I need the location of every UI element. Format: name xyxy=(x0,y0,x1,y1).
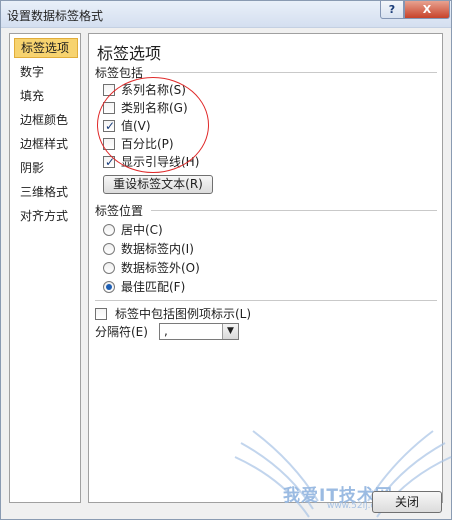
separator-label: 分隔符(E) xyxy=(95,325,148,339)
radio-button[interactable] xyxy=(103,281,115,293)
checkbox-box[interactable] xyxy=(95,308,107,320)
nav-item-label-options[interactable]: 标签选项 xyxy=(14,38,78,58)
nav-item-label: 标签选项 xyxy=(21,41,70,55)
window-title: 设置数据标签格式 xyxy=(7,9,104,23)
separator-select[interactable]: , ▼ xyxy=(159,323,239,340)
section-divider xyxy=(151,210,437,211)
category-list: 标签选项 数字 填充 边框颜色 边框样式 阴影 三维格式 对齐方式 xyxy=(9,33,81,503)
reset-label-text-button[interactable]: 重设标签文本(R) xyxy=(103,175,213,194)
close-button[interactable]: 关闭 xyxy=(372,491,442,513)
nav-item-label: 边框颜色 xyxy=(20,113,69,127)
nav-item-number[interactable]: 数字 xyxy=(14,62,78,82)
checkbox-label: 标签中包括图例项标示(L) xyxy=(115,307,252,321)
radio-label: 居中(C) xyxy=(121,223,163,237)
nav-item-label: 填充 xyxy=(20,89,45,103)
section-divider xyxy=(151,72,437,73)
radio-button[interactable] xyxy=(103,224,115,236)
nav-item-shadow[interactable]: 阴影 xyxy=(14,158,78,178)
nav-item-label: 数字 xyxy=(20,65,45,79)
help-icon: ? xyxy=(388,3,396,16)
radio-label: 数据标签外(O) xyxy=(121,261,200,275)
nav-item-label: 对齐方式 xyxy=(20,209,69,223)
help-button[interactable]: ? xyxy=(380,1,404,19)
radio-label: 数据标签内(I) xyxy=(121,242,194,256)
title-bar: 设置数据标签格式 ? X xyxy=(1,1,451,28)
nav-item-label: 边框样式 xyxy=(20,137,69,151)
nav-item-3d-format[interactable]: 三维格式 xyxy=(14,182,78,202)
nav-item-fill[interactable]: 填充 xyxy=(14,86,78,106)
section-divider xyxy=(95,300,437,301)
radio-selected-dot xyxy=(106,284,112,290)
close-icon: X xyxy=(422,3,432,16)
nav-item-label: 三维格式 xyxy=(20,185,69,199)
panel-heading: 标签选项 xyxy=(97,44,162,63)
radio-label: 最佳匹配(F) xyxy=(121,280,186,294)
radio-button[interactable] xyxy=(103,243,115,255)
nav-item-label: 阴影 xyxy=(20,161,45,175)
nav-item-alignment[interactable]: 对齐方式 xyxy=(14,206,78,226)
format-data-labels-dialog: 设置数据标签格式 ? X 标签选项 数字 填充 边框颜色 边框样式 阴影 三维格… xyxy=(0,0,452,520)
separator-value: , xyxy=(164,324,168,338)
nav-item-border-style[interactable]: 边框样式 xyxy=(14,134,78,154)
window-close-button[interactable]: X xyxy=(404,1,450,19)
radio-button[interactable] xyxy=(103,262,115,274)
nav-item-border-color[interactable]: 边框颜色 xyxy=(14,110,78,130)
section-label-position: 标签位置 xyxy=(95,204,144,218)
chevron-down-icon[interactable]: ▼ xyxy=(222,324,238,339)
annotation-circle xyxy=(97,77,209,173)
